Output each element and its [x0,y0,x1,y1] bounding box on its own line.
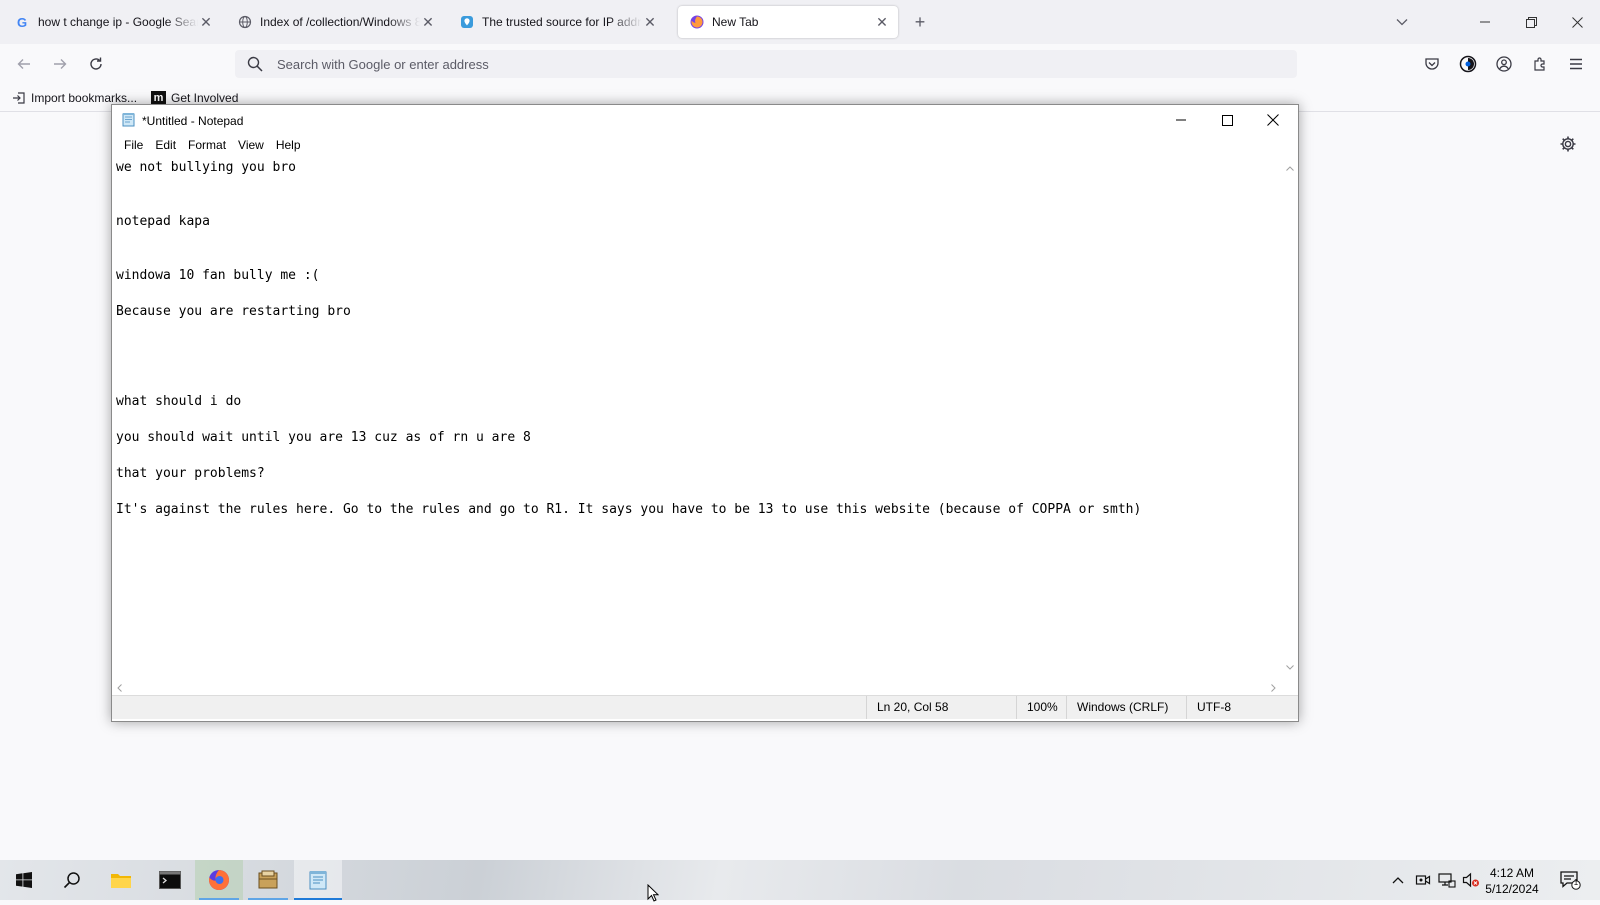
notification-count: 1 [1573,878,1579,887]
globe-icon [238,15,252,29]
text-line: you should wait until you are 13 cuz as … [116,430,531,445]
menu-help[interactable]: Help [270,135,307,155]
system-clock[interactable]: 4:12 AM 5/12/2024 [1467,865,1557,897]
text-line: Because you are restarting bro [116,304,351,319]
scroll-right-arrow-icon[interactable] [1271,681,1276,695]
taskbar: 4:12 AM 5/12/2024 1 [0,860,1600,902]
tab-new-tab[interactable]: New Tab ✕ [678,6,898,38]
clock-date: 5/12/2024 [1485,882,1539,896]
address-bar-placeholder: Search with Google or enter address [277,57,489,72]
menu-view[interactable]: View [232,135,270,155]
network-icon[interactable] [1437,870,1457,890]
firefox-icon [690,15,704,29]
tab-ip-address[interactable]: The trusted source for IP address ✕ [448,6,666,38]
svg-text:G: G [17,15,27,29]
notepad-maximize-icon[interactable] [1204,105,1250,135]
minimize-window-icon[interactable] [1462,0,1508,44]
import-icon [12,91,26,105]
notepad-title-bar[interactable]: *Untitled - Notepad [112,105,1298,135]
account-icon[interactable] [1492,52,1516,76]
scroll-left-arrow-icon[interactable] [117,681,122,695]
menu-file[interactable]: File [118,135,149,155]
action-center-notifications-icon[interactable]: 1 [1558,869,1582,891]
notepad-window: *Untitled - Notepad File Edit Format Vie… [111,104,1299,722]
tab-title: how t change ip - Google Search [38,15,198,29]
encoding: UTF-8 [1186,696,1296,719]
text-line: we not bullying you bro [116,160,297,175]
close-window-icon[interactable] [1554,0,1600,44]
bookmark-label: Import bookmarks... [31,91,138,105]
restore-window-icon[interactable] [1508,0,1554,44]
archive-icon[interactable] [244,860,292,900]
cursor-position: Ln 20, Col 58 [866,696,1016,719]
pocket-icon[interactable] [1420,52,1444,76]
tab-google-search[interactable]: G how t change ip - Google Search ✕ [4,6,222,38]
meet-now-icon[interactable] [1413,870,1433,890]
notepad-title: *Untitled - Notepad [142,114,244,128]
line-ending: Windows (CRLF) [1066,696,1186,719]
navigation-toolbar: Search with Google or enter address [0,44,1600,84]
notepad-text-area[interactable]: we not bullying you bro notepad kapa win… [112,156,1282,677]
tab-title: New Tab [712,15,759,29]
firefox-icon[interactable] [195,860,243,900]
text-line: windowa 10 fan bully me :( [116,268,320,283]
text-line: that your problems? [116,466,265,481]
new-tab-settings-gear-icon[interactable] [1558,134,1578,154]
search-icon [247,56,263,75]
mouse-pointer-icon [647,883,660,905]
scroll-up-arrow-icon[interactable] [1286,160,1294,174]
close-tab-icon[interactable]: ✕ [874,14,890,30]
forward-arrow-icon[interactable] [48,52,72,76]
terminal-icon[interactable] [146,860,194,900]
bookmark-get-involved[interactable]: m Get Involved [151,91,238,105]
menu-format[interactable]: Format [182,135,232,155]
tab-strip: G how t change ip - Google Search ✕ Inde… [0,0,1600,44]
search-icon[interactable] [48,860,96,900]
google-icon: G [16,15,30,29]
clock-time: 4:12 AM [1489,866,1535,880]
file-explorer-icon[interactable] [97,860,145,900]
close-tab-icon[interactable]: ✕ [198,14,214,30]
show-hidden-icons-chevron-icon[interactable] [1388,870,1408,890]
back-arrow-icon[interactable] [12,52,36,76]
zoom-level: 100% [1016,696,1066,719]
notepad-close-icon[interactable] [1250,105,1296,135]
notepad-minimize-icon[interactable] [1158,105,1204,135]
firefox-view-icon[interactable] [1456,52,1480,76]
start-icon[interactable] [0,860,48,900]
text-line: It's against the rules here. Go to the r… [116,502,1142,517]
notepad-menu-bar: File Edit Format View Help [112,135,1298,155]
new-tab-plus-icon[interactable]: + [908,10,932,34]
tab-title: The trusted source for IP address [482,15,642,29]
hamburger-menu-icon[interactable] [1564,52,1588,76]
close-tab-icon[interactable]: ✕ [642,14,658,30]
bookmark-import[interactable]: Import bookmarks... [12,91,137,105]
location-pin-icon [460,15,474,29]
extensions-puzzle-icon[interactable] [1528,52,1552,76]
notepad-icon [121,112,136,130]
text-line: what should i do [116,394,242,409]
mozilla-m-icon: m [151,91,166,105]
reload-icon[interactable] [84,52,108,76]
bookmark-label: Get Involved [171,91,239,105]
list-all-tabs-chevron-icon[interactable] [1390,12,1414,32]
vertical-scrollbar[interactable] [1282,156,1298,677]
close-tab-icon[interactable]: ✕ [420,14,436,30]
tab-index-collection[interactable]: Index of /collection/Windows 8 ✕ [226,6,444,38]
notepad-status-bar: Ln 20, Col 58 100% Windows (CRLF) UTF-8 [112,695,1298,719]
scroll-down-arrow-icon[interactable] [1286,659,1294,673]
tab-title: Index of /collection/Windows 8 [260,15,420,29]
notepad-icon[interactable] [294,860,342,900]
address-bar[interactable]: Search with Google or enter address [235,50,1297,78]
horizontal-scrollbar[interactable] [112,677,1282,693]
text-line: notepad kapa [116,214,210,229]
menu-edit[interactable]: Edit [149,135,182,155]
